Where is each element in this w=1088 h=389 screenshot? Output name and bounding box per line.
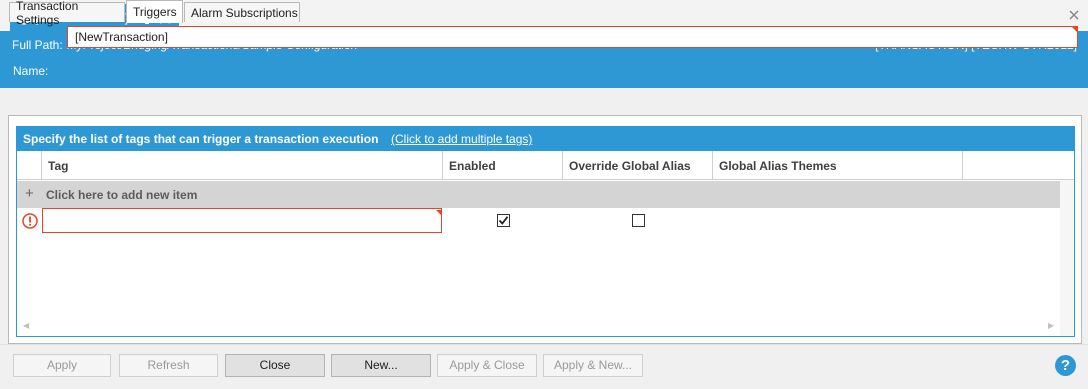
full-path-label: Full Path: (12, 38, 63, 52)
new-button[interactable]: New... (331, 354, 431, 377)
name-label: Name: (13, 64, 49, 78)
footer-divider (0, 344, 1088, 345)
tag-cell-input[interactable] (42, 208, 442, 233)
grid-header: Specify the list of tags that can trigge… (17, 127, 1074, 151)
triggers-grid: Specify the list of tags that can trigge… (16, 126, 1075, 337)
column-tag[interactable]: Tag (41, 151, 446, 180)
validation-marker (1072, 27, 1077, 32)
scroll-right-icon[interactable]: ▶ (1048, 321, 1054, 330)
apply-new-button[interactable]: Apply & New... (543, 354, 643, 377)
name-input[interactable] (67, 26, 1078, 48)
enabled-checkbox[interactable] (497, 214, 510, 227)
add-new-item-label: Click here to add new item (46, 188, 198, 202)
plus-icon: + (25, 185, 34, 202)
column-override-global-alias[interactable]: Override Global Alias (562, 151, 712, 180)
override-global-alias-checkbox[interactable] (632, 214, 645, 227)
add-multiple-tags-link[interactable]: (Click to add multiple tags) (391, 132, 532, 146)
column-enabled[interactable]: Enabled (442, 151, 562, 180)
apply-close-button[interactable]: Apply & Close (437, 354, 537, 377)
close-button[interactable]: Close (225, 354, 325, 377)
tab-alarm-subscriptions[interactable]: Alarm Subscriptions (184, 2, 300, 22)
refresh-button[interactable]: Refresh (119, 354, 218, 377)
validation-marker (436, 210, 441, 215)
scroll-left-icon[interactable]: ◀ (23, 321, 29, 330)
error-icon (22, 213, 38, 229)
window-close-icon[interactable] (1068, 9, 1080, 21)
add-new-item-row[interactable]: + Click here to add new item (17, 181, 1060, 208)
grid-hint: Specify the list of tags that can trigge… (23, 132, 379, 146)
tab-transaction-settings[interactable]: Transaction Settings (9, 0, 125, 27)
help-icon[interactable]: ? (1055, 355, 1076, 376)
column-global-alias-themes[interactable]: Global Alias Themes (712, 151, 962, 180)
vertical-scrollbar[interactable] (1060, 180, 1074, 336)
column-headers: Tag Enabled Override Global Alias Global… (17, 151, 1074, 180)
column-filler (962, 151, 1074, 180)
apply-button[interactable]: Apply (13, 354, 111, 377)
tab-triggers[interactable]: Triggers (126, 0, 183, 23)
